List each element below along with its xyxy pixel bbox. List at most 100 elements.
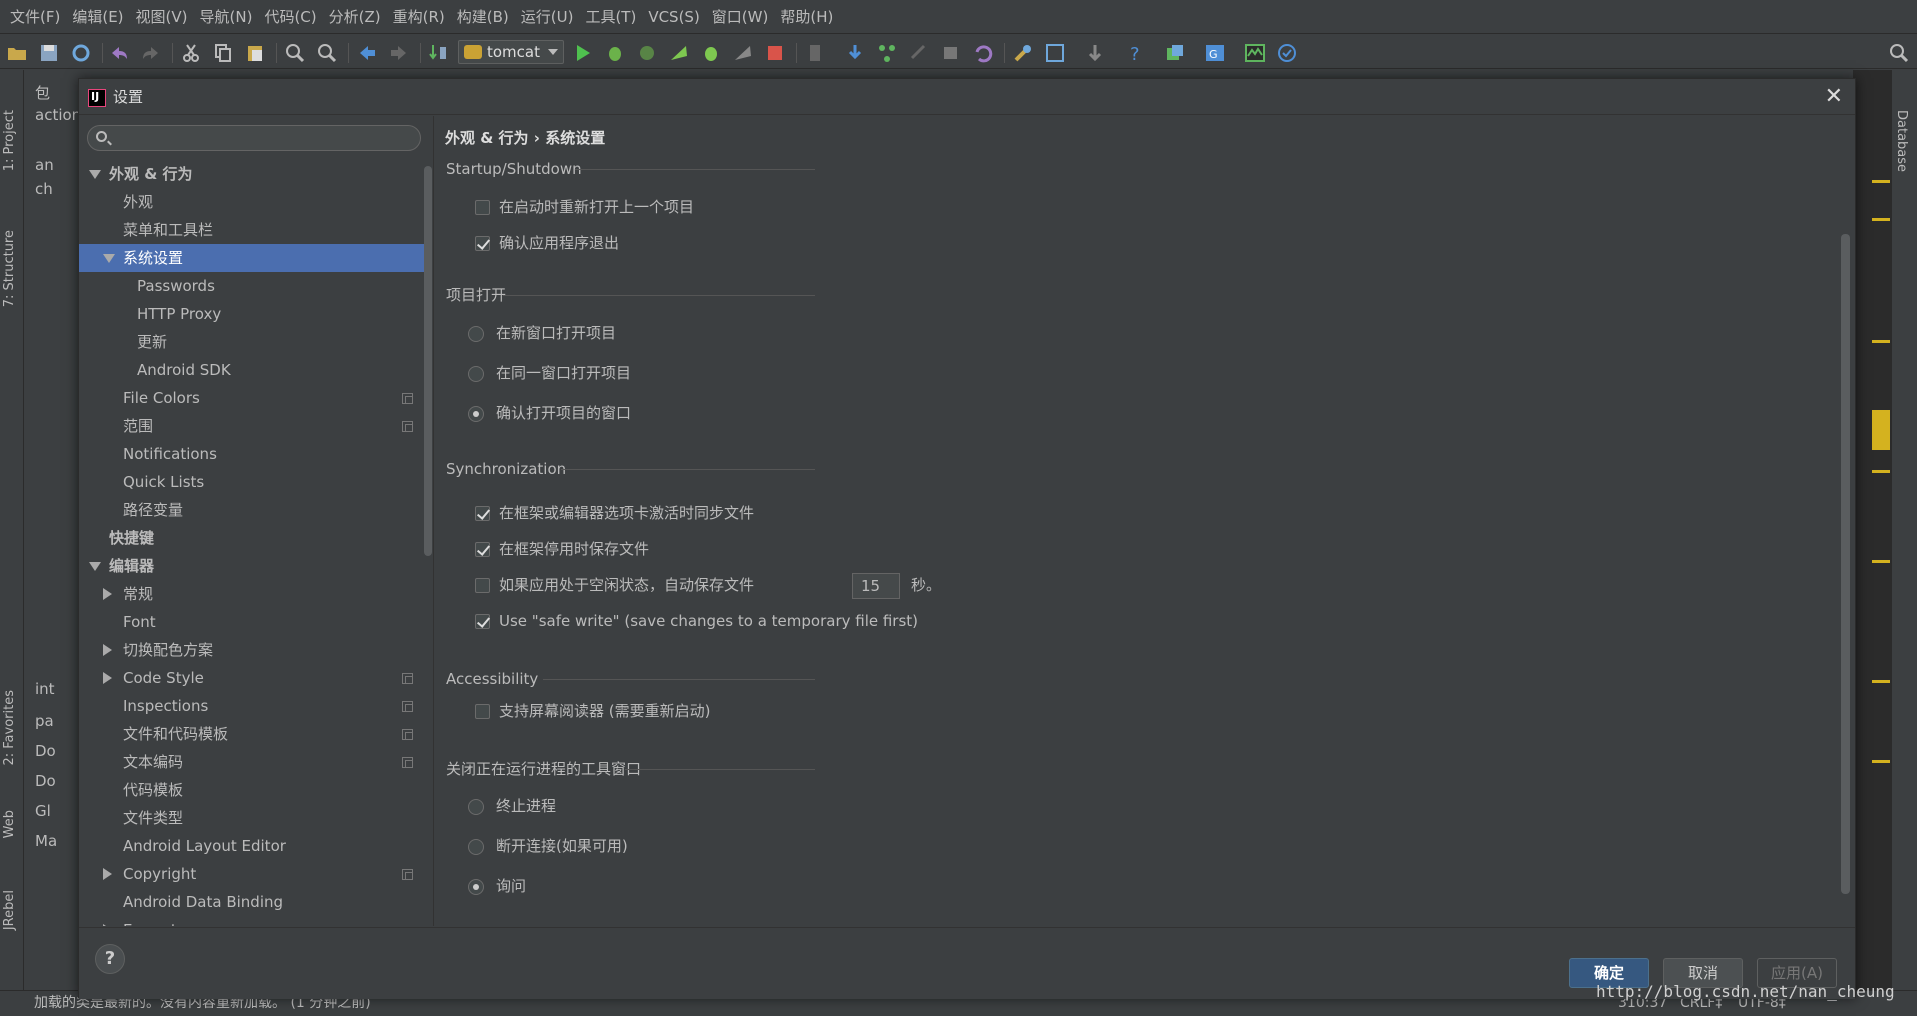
sdk-manager-icon[interactable] — [1084, 42, 1106, 64]
settings-tree-item[interactable]: Quick Lists — [79, 468, 424, 496]
menu-item[interactable]: 构建(B) — [451, 0, 515, 34]
menu-item[interactable]: 分析(Z) — [323, 0, 387, 34]
project-tree-item[interactable]: Gl — [35, 800, 51, 822]
settings-tree-item[interactable]: Font — [79, 608, 424, 636]
tab-web[interactable]: Web — [2, 810, 17, 838]
settings-tree-item[interactable]: 菜单和工具栏 — [79, 216, 424, 244]
settings-tree-item[interactable]: File Colors — [79, 384, 424, 412]
tab-jrebel[interactable]: JRebel — [2, 890, 17, 930]
same-window-radio[interactable] — [468, 366, 484, 382]
settings-tree-item[interactable]: 外观 & 行为 — [79, 160, 424, 188]
ask-label[interactable]: 询问 — [496, 874, 526, 898]
tree-scrollbar[interactable] — [424, 166, 432, 556]
project-tree-item[interactable]: Do — [35, 740, 56, 762]
terminate-radio[interactable] — [468, 799, 484, 815]
menu-item[interactable]: 文件(F) — [4, 0, 66, 34]
menu-item[interactable]: 工具(T) — [579, 0, 642, 34]
safe-write-checkbox[interactable] — [475, 614, 490, 629]
close-icon[interactable]: ✕ — [1825, 86, 1843, 108]
vcs-compare-icon[interactable] — [908, 42, 930, 64]
breadcrumb-parent[interactable]: 外观 & 行为 — [445, 129, 529, 147]
sync-icon[interactable] — [70, 42, 92, 64]
terminate-label[interactable]: 终止进程 — [496, 794, 556, 818]
new-window-label[interactable]: 在新窗口打开项目 — [496, 321, 616, 345]
new-window-radio[interactable] — [468, 326, 484, 342]
menu-item[interactable]: VCS(S) — [642, 0, 705, 34]
expand-arrow-icon[interactable] — [89, 562, 101, 571]
reopen-checkbox[interactable] — [475, 200, 490, 215]
tab-project[interactable]: 1: Project — [2, 110, 17, 171]
menu-item[interactable]: 编辑(E) — [66, 0, 129, 34]
menu-item[interactable]: 代码(C) — [258, 0, 322, 34]
settings-tree-item[interactable]: Android SDK — [79, 356, 424, 384]
vcs-update-icon[interactable] — [844, 42, 866, 64]
expand-arrow-icon[interactable] — [103, 254, 115, 263]
search-everywhere-icon[interactable] — [1888, 42, 1910, 64]
settings-tree-item[interactable]: 更新 — [79, 328, 424, 356]
collapse-arrow-icon[interactable] — [103, 672, 112, 684]
help-icon[interactable]: ? — [1124, 42, 1146, 64]
screen-reader-label[interactable]: 支持屏幕阅读器 (需要重新启动) — [499, 699, 710, 723]
settings-tree-item[interactable]: HTTP Proxy — [79, 300, 424, 328]
expand-arrow-icon[interactable] — [89, 170, 101, 179]
ask-radio[interactable] — [468, 879, 484, 895]
settings-tree-item[interactable]: Copyright — [79, 860, 424, 888]
project-tree-item[interactable]: action — [35, 104, 81, 126]
revert-icon[interactable] — [972, 42, 994, 64]
settings-tree-item[interactable]: 范围 — [79, 412, 424, 440]
confirm-window-radio[interactable] — [468, 406, 484, 422]
settings-tree-item[interactable]: Code Style — [79, 664, 424, 692]
copy-icon[interactable] — [212, 42, 234, 64]
open-folder-icon[interactable] — [6, 42, 28, 64]
save-on-deactivate-label[interactable]: 在框架停用时保存文件 — [499, 537, 649, 561]
settings-tree-item[interactable]: Inspections — [79, 692, 424, 720]
settings-tree-item[interactable]: 文件和代码模板 — [79, 720, 424, 748]
menu-item[interactable]: 重构(R) — [387, 0, 451, 34]
screen-reader-checkbox[interactable] — [475, 704, 490, 719]
project-tree-item[interactable]: an — [35, 154, 54, 176]
collapse-arrow-icon[interactable] — [103, 588, 112, 600]
jrebel-icon[interactable] — [732, 42, 754, 64]
settings-tree-item[interactable]: 代码模板 — [79, 776, 424, 804]
project-structure-icon[interactable] — [1044, 42, 1066, 64]
coverage-icon[interactable] — [636, 42, 658, 64]
settings-tree-item[interactable]: 外观 — [79, 188, 424, 216]
translate-icon[interactable]: G — [1204, 42, 1226, 64]
settings-tree-item[interactable]: 文本编码 — [79, 748, 424, 776]
save-on-deactivate-checkbox[interactable] — [475, 542, 490, 557]
help-button[interactable]: ? — [95, 944, 125, 974]
settings-tree-item[interactable]: 常规 — [79, 580, 424, 608]
stop-icon[interactable] — [764, 42, 786, 64]
replace-icon[interactable] — [316, 42, 338, 64]
settings-tree-item[interactable]: Android Data Binding — [79, 888, 424, 916]
settings-tree-item[interactable]: Passwords — [79, 272, 424, 300]
autosave-label[interactable]: 如果应用处于空闲状态，自动保存文件 — [499, 573, 754, 597]
autosave-checkbox[interactable] — [475, 578, 490, 593]
settings-tree-item[interactable]: 快捷键 — [79, 524, 424, 552]
redo-icon[interactable] — [140, 42, 162, 64]
menu-item[interactable]: 窗口(W) — [706, 0, 775, 34]
content-scrollbar[interactable] — [1841, 234, 1850, 894]
tab-favorites[interactable]: 2: Favorites — [2, 690, 17, 766]
menu-item[interactable]: 导航(N) — [194, 0, 259, 34]
collapse-arrow-icon[interactable] — [103, 868, 112, 880]
run-config-select[interactable]: tomcat — [458, 40, 564, 64]
menu-item[interactable]: 帮助(H) — [774, 0, 839, 34]
attach-icon[interactable] — [804, 42, 826, 64]
project-tree-item[interactable]: 包 — [35, 82, 50, 104]
project-tree-item[interactable]: Ma — [35, 830, 57, 852]
disconnect-label[interactable]: 断开连接(如果可用) — [496, 834, 628, 858]
find-icon[interactable] — [284, 42, 306, 64]
settings-tree-item[interactable]: 系统设置 — [79, 244, 424, 272]
settings-tree-item[interactable]: Android Layout Editor — [79, 832, 424, 860]
check-circle-icon[interactable] — [1276, 42, 1298, 64]
menu-item[interactable]: 视图(V) — [130, 0, 194, 34]
forward-icon[interactable] — [388, 42, 410, 64]
sync-on-frame-label[interactable]: 在框架或编辑器选项卡激活时同步文件 — [499, 501, 754, 525]
confirm-window-label[interactable]: 确认打开项目的窗口 — [496, 401, 631, 425]
settings-tree-item[interactable]: 路径变量 — [79, 496, 424, 524]
save-icon[interactable] — [38, 42, 60, 64]
monitor-icon[interactable] — [1244, 42, 1266, 64]
back-icon[interactable] — [356, 42, 378, 64]
tab-database[interactable]: Database — [1894, 110, 1909, 172]
